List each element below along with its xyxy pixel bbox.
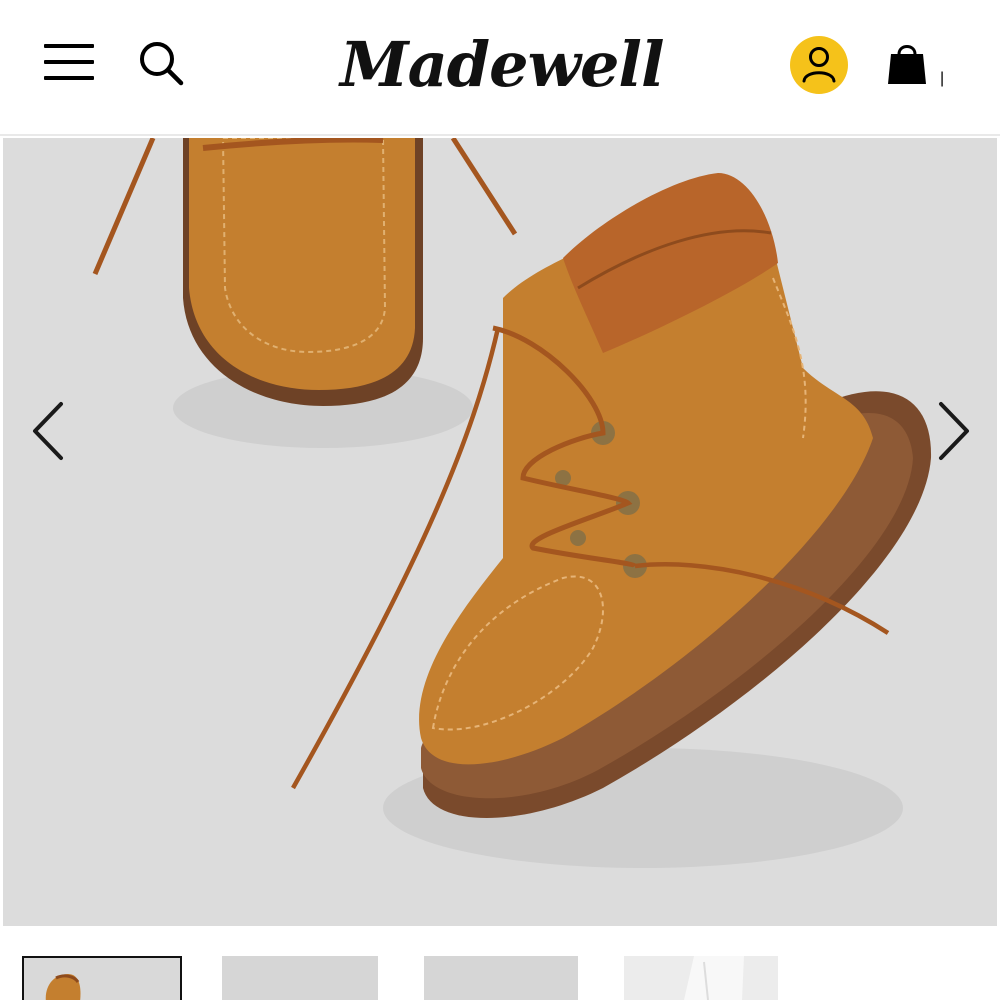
thumbnail-item[interactable] bbox=[222, 956, 378, 1000]
account-icon[interactable] bbox=[790, 36, 848, 94]
thumbnail-item-selected[interactable] bbox=[22, 956, 182, 1000]
madewell-logo[interactable]: Madewell bbox=[340, 22, 665, 108]
thumbnail-strip bbox=[0, 930, 1000, 1000]
site-header: Madewell | bbox=[0, 0, 1000, 136]
chevron-right-icon[interactable] bbox=[929, 396, 977, 466]
thumbnail-item[interactable] bbox=[424, 956, 578, 1000]
chevron-left-icon[interactable] bbox=[25, 396, 73, 466]
thumbnail-image bbox=[684, 956, 744, 1000]
boot-thumbnail-image bbox=[45, 974, 81, 1000]
thumbnail-item[interactable] bbox=[624, 956, 778, 1000]
person-icon bbox=[802, 47, 836, 83]
product-image-boots bbox=[92, 138, 932, 868]
hamburger-menu-icon[interactable] bbox=[44, 42, 94, 82]
product-image-gallery[interactable] bbox=[3, 138, 997, 926]
search-icon[interactable] bbox=[136, 38, 186, 88]
shopping-bag-icon[interactable] bbox=[886, 40, 928, 86]
cart-count: | bbox=[940, 70, 945, 87]
logo-text: Madewell bbox=[340, 28, 665, 101]
